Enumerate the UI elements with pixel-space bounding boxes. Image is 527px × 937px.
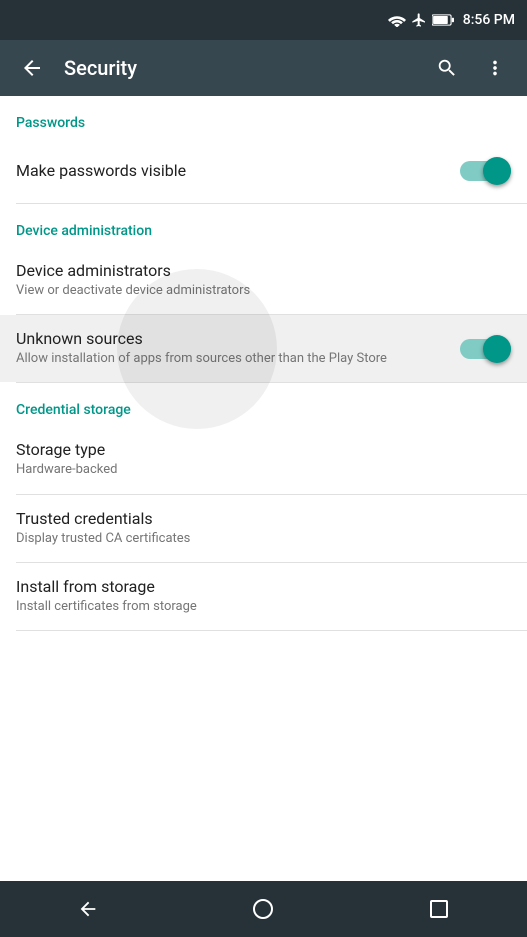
credential-storage-header-text: Credential storage (16, 402, 131, 418)
storage-type-title: Storage type (16, 440, 511, 459)
toggle-thumb (483, 335, 511, 363)
trusted-credentials-text: Trusted credentials Display trusted CA c… (16, 509, 511, 548)
storage-type-subtitle: Hardware-backed (16, 461, 511, 479)
status-bar: 8:56 PM (0, 0, 527, 40)
status-icons: 8:56 PM (388, 12, 515, 28)
back-button[interactable] (16, 52, 48, 84)
battery-icon (432, 13, 454, 27)
status-time: 8:56 PM (463, 12, 515, 28)
trusted-credentials-title: Trusted credentials (16, 509, 511, 528)
credential-storage-section-header: Credential storage (0, 383, 527, 426)
nav-back-button[interactable] (58, 889, 118, 929)
nav-home-button[interactable] (233, 889, 293, 929)
device-administrators-subtitle: View or deactivate device administrators (16, 282, 511, 300)
make-passwords-visible-item[interactable]: Make passwords visible (0, 139, 527, 203)
nav-back-icon (77, 898, 99, 920)
device-admin-header-text: Device administration (16, 223, 152, 239)
passwords-header-text: Passwords (16, 115, 85, 131)
more-options-button[interactable] (479, 52, 511, 84)
search-button[interactable] (431, 52, 463, 84)
app-bar: Security (0, 40, 527, 96)
install-from-storage-subtitle: Install certificates from storage (16, 598, 511, 616)
install-from-storage-text: Install from storage Install certificate… (16, 577, 511, 616)
toggle-thumb (483, 157, 511, 185)
storage-type-item[interactable]: Storage type Hardware-backed (0, 426, 527, 493)
storage-type-text: Storage type Hardware-backed (16, 440, 511, 479)
make-passwords-visible-title: Make passwords visible (16, 161, 444, 180)
nav-recents-icon (430, 900, 448, 918)
passwords-section-header: Passwords (0, 96, 527, 139)
nav-recents-button[interactable] (409, 889, 469, 929)
install-from-storage-item[interactable]: Install from storage Install certificate… (0, 563, 527, 630)
divider-6 (16, 630, 527, 631)
content-scroll[interactable]: Passwords Make passwords visible Device … (0, 96, 527, 881)
wifi-icon (388, 13, 406, 27)
install-from-storage-title: Install from storage (16, 577, 511, 596)
unknown-sources-title: Unknown sources (16, 329, 444, 348)
app-bar-actions (431, 52, 511, 84)
trusted-credentials-subtitle: Display trusted CA certificates (16, 530, 511, 548)
nav-home-icon (253, 899, 273, 919)
nav-bar (0, 881, 527, 937)
trusted-credentials-item[interactable]: Trusted credentials Display trusted CA c… (0, 495, 527, 562)
device-admin-section-header: Device administration (0, 204, 527, 247)
unknown-sources-subtitle: Allow installation of apps from sources … (16, 350, 444, 368)
airplane-icon (411, 12, 427, 28)
unknown-sources-text: Unknown sources Allow installation of ap… (16, 329, 444, 368)
device-administrators-item[interactable]: Device administrators View or deactivate… (0, 247, 527, 314)
page-title: Security (64, 56, 415, 80)
unknown-sources-item[interactable]: Unknown sources Allow installation of ap… (0, 315, 527, 382)
unknown-sources-toggle[interactable] (460, 333, 511, 364)
device-administrators-title: Device administrators (16, 261, 511, 280)
device-administrators-text: Device administrators View or deactivate… (16, 261, 511, 300)
make-passwords-visible-text: Make passwords visible (16, 161, 444, 182)
make-passwords-toggle[interactable] (460, 156, 511, 187)
